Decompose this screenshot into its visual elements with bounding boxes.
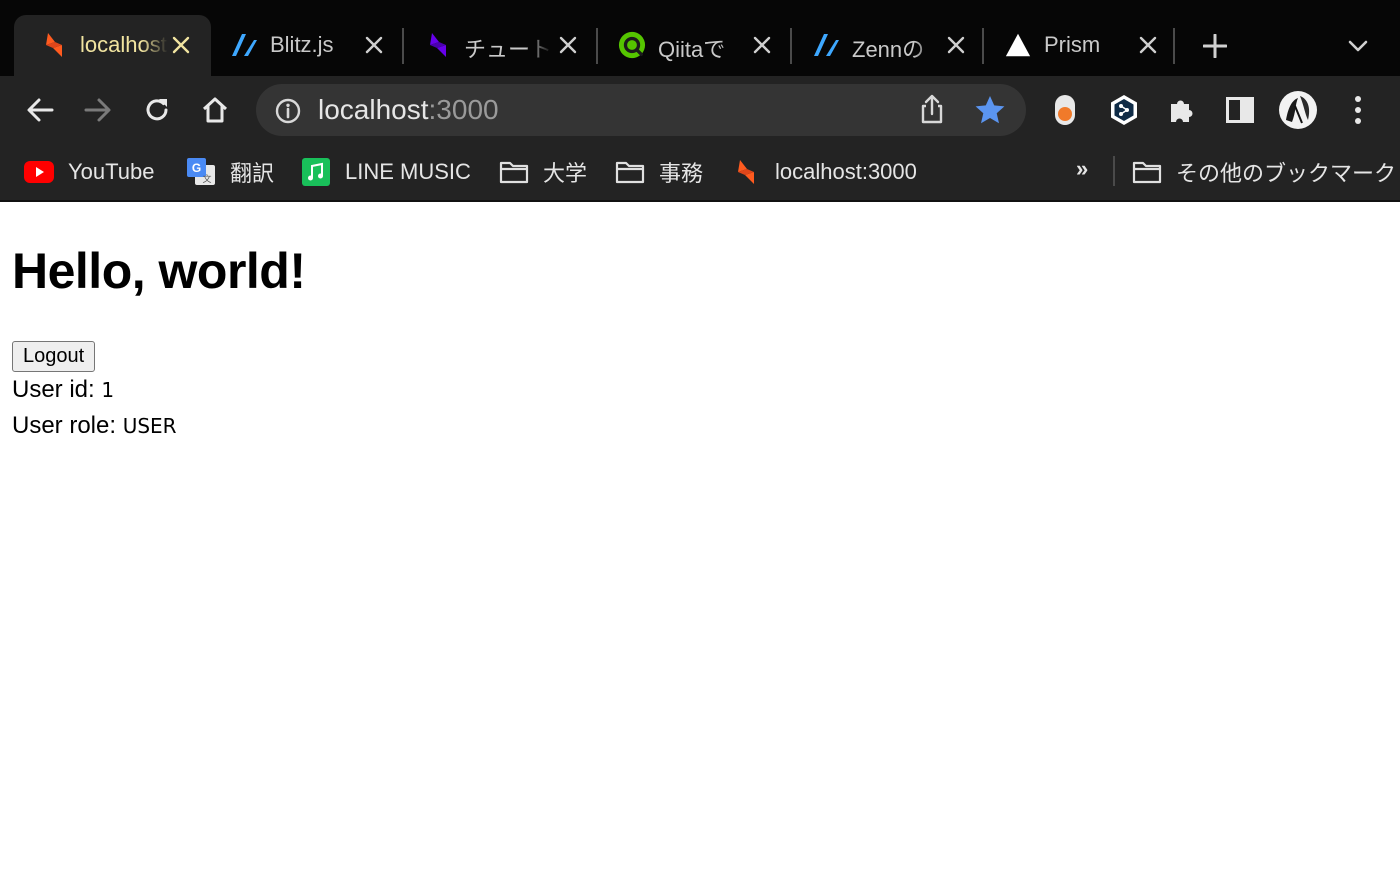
address-bar[interactable]: localhost:3000: [256, 84, 1026, 136]
tab-title: Blitz.js: [270, 32, 334, 57]
tab-close-icon[interactable]: [167, 31, 195, 59]
tab-title: localhost:3000: [80, 32, 168, 57]
tab-separator: [1173, 28, 1175, 64]
bookmark-label: LINE MUSIC: [345, 159, 471, 184]
url-text[interactable]: localhost:3000: [318, 94, 499, 126]
folder-icon: [1132, 158, 1162, 186]
page-heading: Hello, world!: [12, 243, 306, 299]
user-id-label: User id:: [12, 376, 102, 403]
tab-close-icon[interactable]: [554, 31, 582, 59]
qiita-icon: [618, 31, 646, 59]
blitz-orange-icon: [40, 31, 68, 59]
reload-icon[interactable]: [137, 90, 177, 130]
tab-title: チュートリアル: [464, 37, 552, 62]
bookmark-label: localhost:3000: [775, 159, 917, 184]
side-panel-icon[interactable]: [1220, 90, 1260, 130]
bookmark-line-music[interactable]: LINE MUSIC: [301, 156, 471, 188]
youtube-icon: [24, 158, 54, 186]
tab-blitz[interactable]: Blitz.js: [204, 15, 396, 76]
tab-zenn[interactable]: Zennの: [786, 15, 978, 76]
tab-close-icon[interactable]: [942, 31, 970, 59]
zenn-blue-icon: [812, 31, 840, 59]
line-music-icon: [301, 158, 331, 186]
new-tab-plus-icon[interactable]: [1199, 30, 1231, 62]
back-arrow-icon[interactable]: [20, 90, 60, 130]
extensions-puzzle-icon[interactable]: [1162, 90, 1202, 130]
tab-search-chevron-down-icon[interactable]: [1342, 30, 1374, 62]
extension-toggle-icon[interactable]: [1045, 90, 1085, 130]
bookmark-label: YouTube: [68, 159, 155, 184]
more-menu-kebab-icon[interactable]: [1338, 90, 1378, 130]
bookmarks-separator: [1113, 156, 1115, 186]
user-id-value: 1: [101, 378, 115, 402]
tab-strip: localhost:3000 Blitz.js チュートリアル Qiitaで: [0, 0, 1400, 76]
bookmark-folder-university[interactable]: 大学: [499, 156, 587, 188]
svg-text:G: G: [192, 161, 201, 175]
bookmark-localhost[interactable]: localhost:3000: [731, 156, 917, 188]
url-port: :3000: [428, 94, 499, 125]
site-info-icon[interactable]: [274, 97, 302, 125]
bookmarks-overflow-chevron-icon[interactable]: »: [1076, 156, 1088, 182]
google-translate-icon: G文: [186, 158, 216, 186]
tab-close-icon[interactable]: [360, 31, 388, 59]
user-id-line: User id: 1: [12, 376, 114, 404]
bookmark-translate[interactable]: G文 翻訳: [186, 156, 274, 188]
profile-avatar[interactable]: [1278, 90, 1318, 130]
bookmark-youtube[interactable]: YouTube: [24, 156, 154, 188]
tab-title: Qiitaで: [658, 37, 726, 62]
bookmark-label: 大学: [543, 161, 588, 186]
tab-localhost[interactable]: localhost:3000: [14, 15, 211, 76]
user-role-label: User role:: [12, 412, 123, 439]
bookmark-label: 翻訳: [230, 161, 275, 186]
tab-close-icon[interactable]: [1134, 31, 1162, 59]
logout-button[interactable]: Logout: [12, 341, 96, 372]
bookmark-label: 事務: [659, 161, 704, 186]
zenn-blue-icon: [230, 31, 258, 59]
home-icon[interactable]: [195, 90, 235, 130]
bookmarks-bar: YouTube G文 翻訳 LINE MUSIC 大学 事務 localhost…: [0, 144, 1400, 202]
tab-title: Zennの: [852, 37, 925, 62]
bookmark-folder-office[interactable]: 事務: [615, 156, 703, 188]
url-host: localhost: [318, 94, 429, 125]
bookmark-star-icon[interactable]: [974, 94, 1006, 126]
blitz-orange-icon: [731, 158, 761, 186]
tab-tutorial[interactable]: チュートリアル: [398, 15, 590, 76]
svg-text:文: 文: [202, 173, 211, 184]
tab-title: Prism: [1044, 32, 1101, 57]
tab-close-icon[interactable]: [748, 31, 776, 59]
tab-prisma[interactable]: Prism: [978, 15, 1170, 76]
user-role-value: USER: [122, 414, 177, 438]
deepl-extension-icon[interactable]: [1104, 90, 1144, 130]
blitz-purple-icon: [424, 31, 452, 59]
browser-toolbar: localhost:3000: [0, 76, 1400, 144]
share-icon[interactable]: [916, 94, 948, 126]
forward-arrow-icon[interactable]: [78, 90, 118, 130]
tab-qiita[interactable]: Qiitaで: [592, 15, 784, 76]
bookmark-folder-other[interactable]: その他のブックマーク: [1132, 156, 1396, 188]
folder-icon: [499, 158, 529, 186]
prisma-icon: [1004, 31, 1032, 59]
bookmark-label: その他のブックマーク: [1176, 161, 1397, 186]
page-content: Hello, world! Logout User id: 1 User rol…: [0, 202, 1400, 884]
folder-icon: [615, 158, 645, 186]
user-role-line: User role: USER: [12, 412, 177, 440]
